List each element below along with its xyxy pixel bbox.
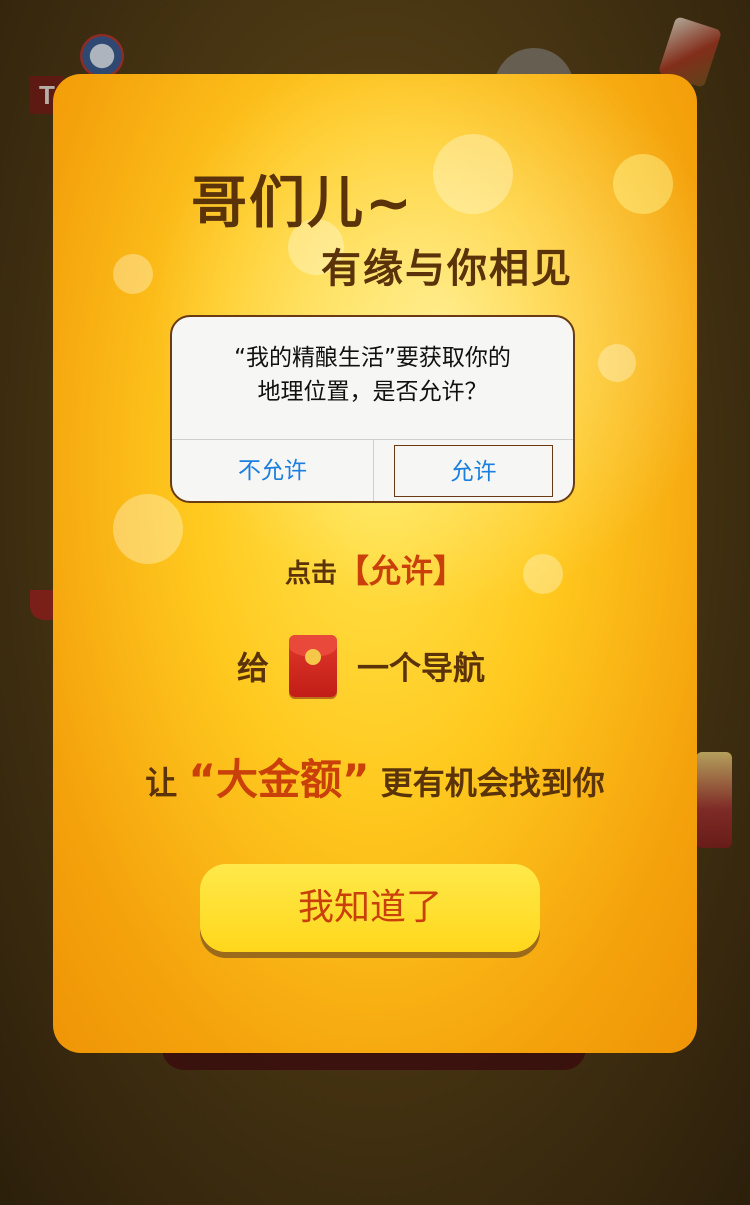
hint-big-amount-accent: “大金额” (188, 755, 370, 804)
hint-click-allow: 点击【允许】 (53, 546, 697, 592)
hint-let-prefix: 让 (145, 764, 178, 802)
got-it-button[interactable]: 我知道了 (200, 864, 540, 952)
hint-navigation-suffix: 一个导航 (357, 649, 486, 687)
background-right-decoration (696, 752, 732, 848)
hint-navigation: 给 一个导航 (237, 634, 485, 698)
dialog-message-line2: 地理位置，是否允许？ (257, 379, 488, 405)
location-prompt-card: 哥们儿~ 有缘与你相见 “我的精酿生活”要获取你的 地理位置，是否允许？ 不允许… (53, 74, 697, 1053)
bokeh-decoration (433, 134, 513, 214)
red-packet-icon (289, 635, 338, 697)
hint-find-you-suffix: 更有机会找到你 (380, 764, 605, 802)
dialog-message: “我的精酿生活”要获取你的 地理位置，是否允许？ (172, 341, 573, 409)
dialog-message-line1: “我的精酿生活”要获取你的 (234, 345, 511, 371)
hint-big-amount: 让 “大金额” 更有机会找到你 (53, 746, 697, 807)
allow-button[interactable]: 允许 (394, 445, 553, 497)
bokeh-decoration (598, 344, 636, 382)
deny-button[interactable]: 不允许 (172, 440, 373, 501)
background-logo-icon (80, 34, 124, 78)
bokeh-decoration (613, 154, 673, 214)
location-permission-dialog: “我的精酿生活”要获取你的 地理位置，是否允许？ 不允许 允许 (170, 315, 575, 503)
hint-give-prefix: 给 (237, 649, 270, 687)
dialog-button-divider (373, 440, 374, 501)
hint-allow-accent: 【允许】 (337, 552, 466, 590)
title-subtitle: 有缘与你相见 (321, 246, 573, 292)
hint-click-prefix: 点击 (284, 559, 337, 589)
bokeh-decoration (113, 254, 153, 294)
title-greeting: 哥们儿~ (191, 171, 414, 236)
